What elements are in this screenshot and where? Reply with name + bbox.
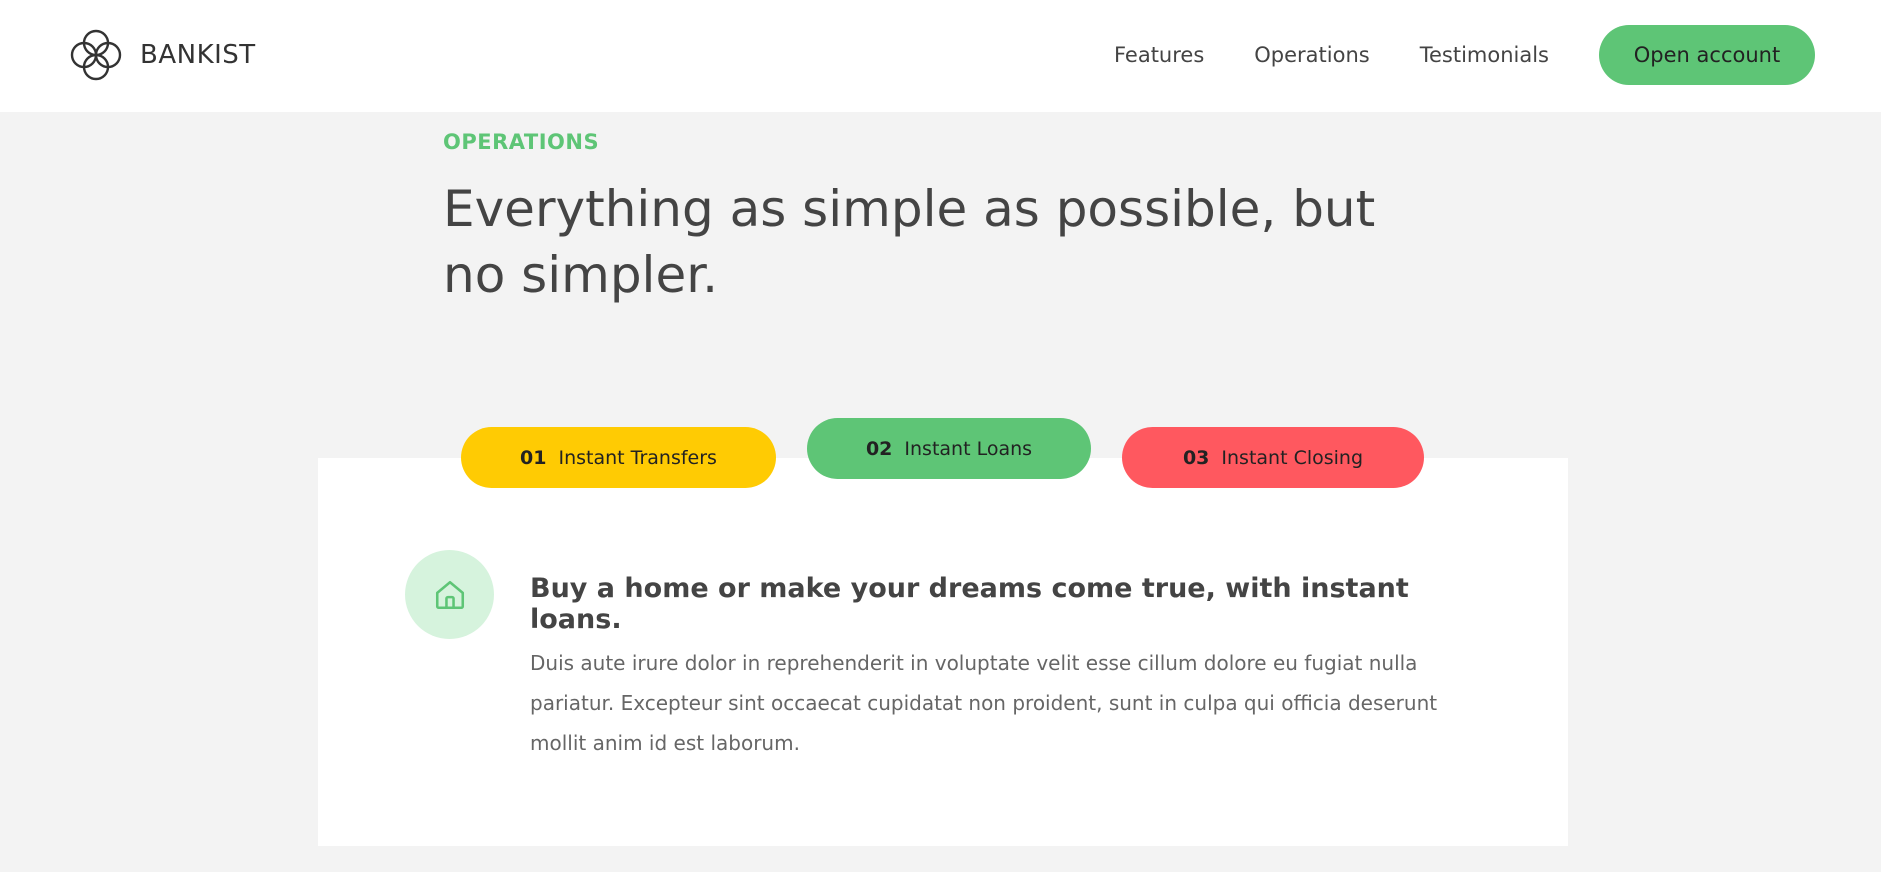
operation-title: Buy a home or make your dreams come true… — [530, 573, 1409, 635]
tab-number: 02 — [865, 437, 893, 460]
tab-label: Instant Transfers — [558, 446, 717, 469]
tab-label: Instant Closing — [1221, 446, 1364, 469]
logo-text: BANKIST — [140, 40, 256, 70]
bankist-logo-icon — [70, 29, 122, 81]
open-account-button[interactable]: Open account — [1599, 25, 1815, 85]
section-headline: Everything as simple as possible, but no… — [443, 180, 1376, 304]
tab-number: 03 — [1182, 446, 1210, 469]
logo[interactable]: BANKIST — [66, 25, 256, 85]
tab-instant-transfers[interactable]: 01 Instant Transfers — [461, 427, 776, 488]
operation-description: Duis aute irure dolor in reprehenderit i… — [530, 651, 1438, 755]
nav-link-testimonials[interactable]: Testimonials — [1420, 43, 1549, 67]
nav-link-operations[interactable]: Operations — [1254, 43, 1369, 67]
tab-instant-closing[interactable]: 03 Instant Closing — [1122, 427, 1424, 488]
home-icon — [435, 580, 464, 609]
tab-number: 01 — [520, 446, 547, 469]
tab-instant-loans[interactable]: 02 Instant Loans — [807, 418, 1091, 479]
operation-icon-circle — [405, 550, 494, 639]
tab-label: Instant Loans — [904, 437, 1033, 460]
nav-link-features[interactable]: Features — [1114, 43, 1204, 67]
top-navigation: BANKIST Features Operations Testimonials… — [0, 0, 1881, 112]
section-label: OPERATIONS — [443, 130, 600, 154]
nav-links: Features Operations Testimonials Open ac… — [1064, 25, 1815, 85]
